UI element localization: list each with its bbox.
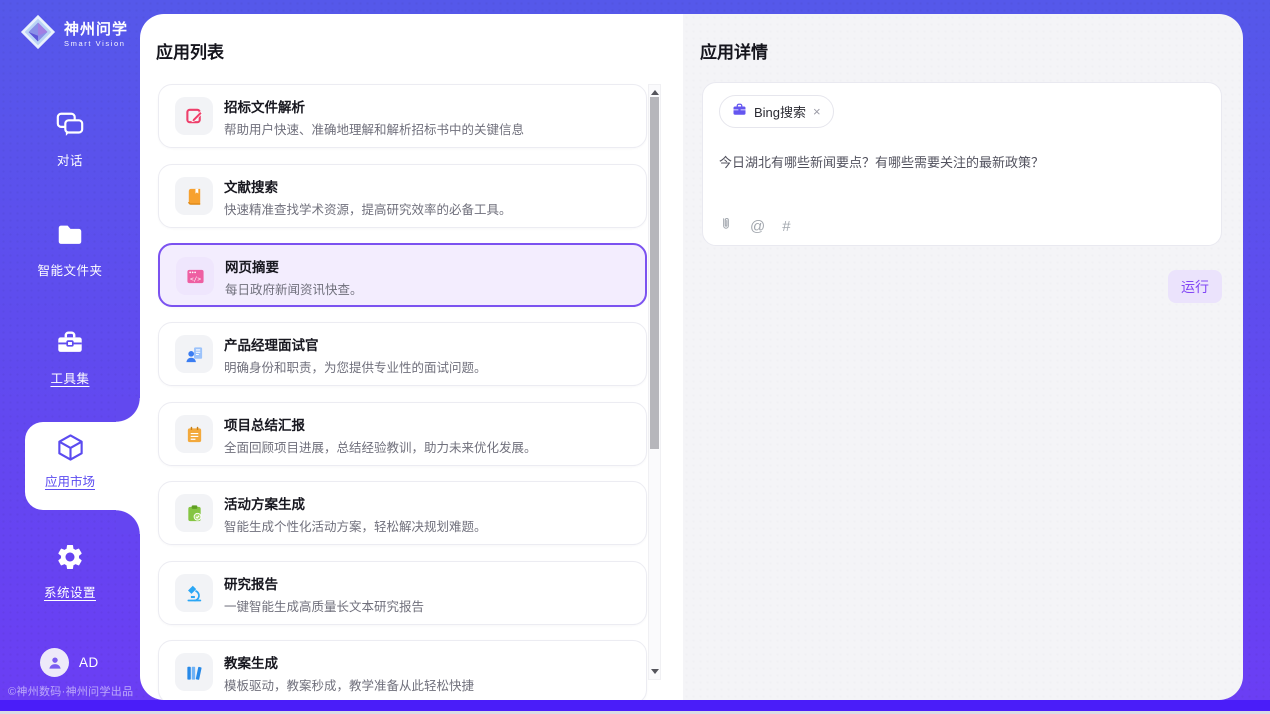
brand-name: 神州问学 [64, 21, 128, 38]
app-card-title: 教案生成 [224, 652, 278, 672]
app-card-literature-search[interactable]: 文献搜索 快速精准查找学术资源，提高研究效率的必备工具。 [158, 164, 647, 228]
app-list-panel: 应用列表 招标文件解析 帮助用户快速、准确地理解和解析招标书中的关键信息 文献搜… [140, 14, 683, 700]
tool-tag-label: Bing搜索 [754, 102, 806, 121]
brand-logo: 神州问学 Smart Vision [19, 13, 128, 56]
app-detail-panel: 应用详情 Bing搜索 × 今日湖北有哪些新闻要点？有哪些需要关注的最新政策？ [683, 14, 1243, 700]
app-card-project-summary[interactable]: 项目总结汇报 全面回顾项目进展，总结经验教训，助力未来优化发展。 [158, 402, 647, 466]
app-card-desc: 明确身份和职责，为您提供专业性的面试问题。 [224, 357, 487, 376]
app-card-title: 产品经理面试官 [224, 334, 319, 354]
app-card-desc: 一键智能生成高质量长文本研究报告 [224, 596, 424, 615]
app-list-scrollbar[interactable] [648, 84, 661, 680]
gear-icon [55, 559, 85, 576]
brand-subtitle: Smart Vision [64, 39, 128, 48]
sidebar-item-smart-folders[interactable]: 智能文件夹 [0, 220, 140, 279]
book-icon [175, 177, 213, 215]
sidebar-item-label: 应用市场 [0, 471, 140, 490]
tab-notch-top [116, 398, 140, 422]
app-card-title: 文献搜索 [224, 176, 278, 196]
sidebar-item-settings[interactable]: 系统设置 [0, 542, 140, 601]
gem-logo-icon [19, 13, 57, 56]
app-card-research-report[interactable]: 研究报告 一键智能生成高质量长文本研究报告 [158, 561, 647, 625]
sidebar-item-app-market[interactable]: 应用市场 [0, 432, 140, 490]
app-card-web-summary-selected[interactable]: </> 网页摘要 每日政府新闻资讯快查。 [158, 243, 647, 307]
app-card-desc: 帮助用户快速、准确地理解和解析招标书中的关键信息 [224, 119, 524, 138]
app-card-desc: 每日政府新闻资讯快查。 [225, 279, 363, 298]
app-card-title: 活动方案生成 [224, 493, 305, 513]
app-list-title: 应用列表 [156, 38, 224, 63]
user-profile[interactable]: AD [40, 648, 99, 677]
pen-square-icon [175, 97, 213, 135]
app-card-desc: 模板驱动，教案秒成，教学准备从此轻松快捷 [224, 675, 474, 694]
clipboard-check-icon [175, 494, 213, 532]
app-card-title: 研究报告 [224, 573, 278, 593]
paperclip-icon[interactable] [719, 215, 733, 237]
browser-code-icon: </> [176, 257, 214, 295]
scrollbar-thumb[interactable] [650, 97, 659, 449]
chat-icon [55, 127, 85, 144]
app-card-desc: 快速精准查找学术资源，提高研究效率的必备工具。 [224, 199, 512, 218]
sidebar-item-toolset[interactable]: 工具集 [0, 328, 140, 387]
avatar[interactable] [40, 648, 69, 677]
sidebar-item-label: 系统设置 [0, 582, 140, 601]
microscope-icon [175, 574, 213, 612]
notepad-icon [175, 415, 213, 453]
sidebar-item-chat[interactable]: 对话 [0, 110, 140, 169]
app-card-title: 网页摘要 [225, 256, 279, 276]
person-icon [46, 654, 64, 672]
briefcase-icon [732, 102, 747, 122]
close-icon[interactable]: × [813, 105, 821, 118]
scroll-up-icon[interactable] [651, 90, 659, 95]
cube-icon [55, 450, 86, 467]
app-card-title: 招标文件解析 [224, 96, 305, 116]
app-card-pm-interviewer[interactable]: 产品经理面试官 明确身份和职责，为您提供专业性的面试问题。 [158, 322, 647, 386]
app-card-bid-analysis[interactable]: 招标文件解析 帮助用户快速、准确地理解和解析招标书中的关键信息 [158, 84, 647, 148]
copyright-text: ©神州数码·神州问学出品 [8, 683, 140, 699]
app-card-desc: 全面回顾项目进展，总结经验教训，助力未来优化发展。 [224, 437, 537, 456]
app-detail-title: 应用详情 [700, 38, 768, 63]
interviewer-icon [175, 335, 213, 373]
scroll-down-icon[interactable] [651, 669, 659, 674]
tool-tag-bing-search[interactable]: Bing搜索 × [719, 95, 834, 128]
prompt-card: Bing搜索 × 今日湖北有哪些新闻要点？有哪些需要关注的最新政策？ @ # [702, 82, 1222, 246]
user-initials: AD [79, 655, 99, 670]
app-card-lesson-plan[interactable]: 教案生成 模板驱动，教案秒成，教学准备从此轻松快捷 [158, 640, 647, 700]
mention-icon[interactable]: @ [750, 218, 765, 235]
app-card-title: 项目总结汇报 [224, 414, 305, 434]
books-icon [175, 653, 213, 691]
attachment-toolbar: @ # [719, 215, 791, 237]
run-button[interactable]: 运行 [1168, 270, 1222, 303]
sidebar-item-label: 工具集 [0, 368, 140, 387]
hash-icon[interactable]: # [782, 218, 790, 235]
folder-icon [55, 237, 85, 254]
svg-text:</>: </> [189, 275, 200, 282]
sidebar-item-label: 对话 [0, 150, 140, 169]
app-window: 神州问学 Smart Vision 对话 智能文件夹 [0, 0, 1270, 714]
app-card-desc: 智能生成个性化活动方案，轻松解决规划难题。 [224, 516, 487, 535]
query-input[interactable]: 今日湖北有哪些新闻要点？有哪些需要关注的最新政策？ [719, 152, 1199, 171]
app-card-event-plan[interactable]: 活动方案生成 智能生成个性化活动方案，轻松解决规划难题。 [158, 481, 647, 545]
toolbox-icon [55, 345, 85, 362]
sidebar-item-label: 智能文件夹 [0, 260, 140, 279]
tab-notch-bottom [116, 510, 140, 534]
